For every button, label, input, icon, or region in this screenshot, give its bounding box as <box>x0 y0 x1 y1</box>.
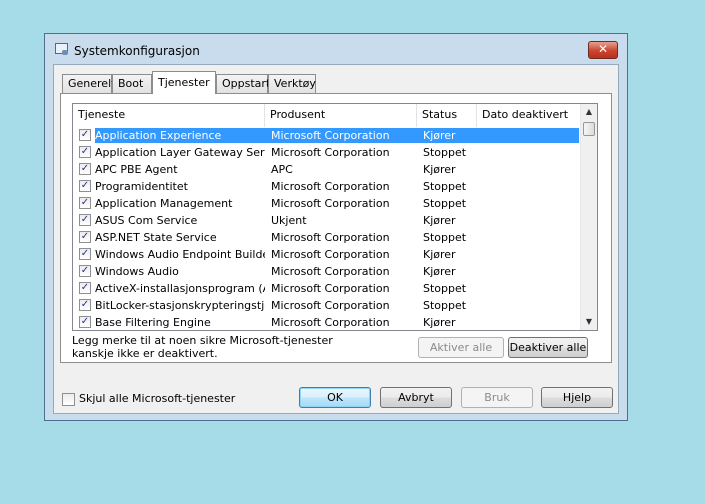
service-status: Stoppet <box>423 146 467 159</box>
service-name: ASUS Com Service <box>95 214 198 227</box>
column-header-maker[interactable]: Produsent <box>265 104 417 127</box>
service-checkbox[interactable]: ✓ <box>79 231 91 243</box>
cancel-button[interactable]: Avbryt <box>380 387 452 408</box>
service-row[interactable]: ✓ Windows Audio Endpoint Builder Microsoft… <box>73 246 581 263</box>
service-name: APC PBE Agent <box>95 163 178 176</box>
service-name: Windows Audio Endpoint Builder <box>95 248 265 261</box>
service-status: Stoppet <box>423 197 467 210</box>
service-checkbox[interactable]: ✓ <box>79 197 91 209</box>
service-name: Application Management <box>95 197 233 210</box>
service-maker: Microsoft Corporation <box>271 265 390 278</box>
checkbox-box[interactable] <box>62 393 75 406</box>
service-name: Application Experience <box>95 129 222 142</box>
dialog-client-area: Generelt Boot Tjenester Oppstart Verktøy… <box>53 64 619 414</box>
tab-boot[interactable]: Boot <box>112 74 152 93</box>
service-row[interactable]: ✓ Base Filtering Engine Microsoft Corporat… <box>73 314 581 330</box>
vertical-scrollbar[interactable]: ▲ ▼ <box>580 104 597 330</box>
microsoft-services-note: Legg merke til at noen sikre Microsoft-t… <box>72 334 333 360</box>
service-checkbox[interactable]: ✓ <box>79 214 91 226</box>
service-name: Programidentitet <box>95 180 188 193</box>
service-row[interactable]: ✓ ActiveX-installasjonsprogram (A... Micro… <box>73 280 581 297</box>
services-tab-panel: Tjeneste Produsent Status Dato deaktiver… <box>60 93 612 363</box>
scrollbar-thumb[interactable] <box>583 122 595 136</box>
column-header-date-disabled[interactable]: Dato deaktivert <box>477 104 581 127</box>
close-button[interactable]: ✕ <box>588 41 618 59</box>
service-row[interactable]: ✓ Application Management Microsoft Corpora… <box>73 195 581 212</box>
service-checkbox[interactable]: ✓ <box>79 265 91 277</box>
tab-tjenester[interactable]: Tjenester <box>152 71 216 94</box>
services-list[interactable]: Tjeneste Produsent Status Dato deaktiver… <box>72 103 598 331</box>
tab-generelt[interactable]: Generelt <box>62 74 115 93</box>
enable-all-button[interactable]: Aktiver alle <box>418 337 504 358</box>
service-row[interactable]: ✓ Application Experience Microsoft Corpora… <box>73 127 581 144</box>
service-name: BitLocker-stasjonskrypteringstje... <box>95 299 265 312</box>
service-status: Kjører <box>423 163 456 176</box>
service-checkbox[interactable]: ✓ <box>79 163 91 175</box>
service-name: ASP.NET State Service <box>95 231 217 244</box>
service-status: Stoppet <box>423 299 467 312</box>
service-row[interactable]: ✓ ASUS Com Service Ukjent Kjører <box>73 212 581 229</box>
service-checkbox[interactable]: ✓ <box>79 180 91 192</box>
service-maker: Microsoft Corporation <box>271 231 390 244</box>
service-checkbox[interactable]: ✓ <box>79 129 91 141</box>
service-row[interactable]: ✓ Windows Audio Microsoft Corporation Kjøre… <box>73 263 581 280</box>
service-maker: Microsoft Corporation <box>271 129 390 142</box>
service-maker: Ukjent <box>271 214 307 227</box>
disable-all-button[interactable]: Deaktiver alle <box>508 337 588 358</box>
service-name: Windows Audio <box>95 265 179 278</box>
service-row[interactable]: ✓ BitLocker-stasjonskrypteringstje... Micr… <box>73 297 581 314</box>
hide-microsoft-services-label: Skjul alle Microsoft-tjenester <box>79 392 236 405</box>
service-status: Kjører <box>423 129 456 142</box>
service-status: Kjører <box>423 214 456 227</box>
service-maker: Microsoft Corporation <box>271 299 390 312</box>
tab-oppstart[interactable]: Oppstart <box>216 74 270 93</box>
service-checkbox[interactable]: ✓ <box>79 248 91 260</box>
service-name: Base Filtering Engine <box>95 316 211 329</box>
service-maker: APC <box>271 163 293 176</box>
service-maker: Microsoft Corporation <box>271 146 390 159</box>
tab-verktoy[interactable]: Verktøy <box>268 74 316 93</box>
service-status: Kjører <box>423 248 456 261</box>
service-checkbox[interactable]: ✓ <box>79 146 91 158</box>
column-header-status[interactable]: Status <box>417 104 477 127</box>
service-row[interactable]: ✓ Application Layer Gateway Service Micros… <box>73 144 581 161</box>
service-row[interactable]: ✓ ASP.NET State Service Microsoft Corporat… <box>73 229 581 246</box>
service-name: ActiveX-installasjonsprogram (A... <box>95 282 265 295</box>
list-header: Tjeneste Produsent Status Dato deaktiver… <box>73 104 581 127</box>
service-maker: Microsoft Corporation <box>271 282 390 295</box>
service-name: Application Layer Gateway Service <box>95 146 265 159</box>
service-checkbox[interactable]: ✓ <box>79 282 91 294</box>
service-checkbox[interactable]: ✓ <box>79 316 91 328</box>
scroll-up-arrow-icon[interactable]: ▲ <box>581 104 597 120</box>
window-title: Systemkonfigurasjon <box>74 44 200 58</box>
scroll-down-arrow-icon[interactable]: ▼ <box>581 314 597 330</box>
service-status: Stoppet <box>423 180 467 193</box>
title-bar[interactable]: Systemkonfigurasjon ✕ <box>45 34 627 64</box>
system-configuration-window: Systemkonfigurasjon ✕ Generelt Boot Tjen… <box>44 33 628 421</box>
service-row[interactable]: ✓ APC PBE Agent APC Kjører <box>73 161 581 178</box>
msconfig-app-icon <box>55 43 68 55</box>
service-maker: Microsoft Corporation <box>271 197 390 210</box>
service-status: Kjører <box>423 265 456 278</box>
service-checkbox[interactable]: ✓ <box>79 299 91 311</box>
service-maker: Microsoft Corporation <box>271 180 390 193</box>
help-button[interactable]: Hjelp <box>541 387 613 408</box>
service-rows: ✓ Application Experience Microsoft Corpora… <box>73 127 581 330</box>
apply-button[interactable]: Bruk <box>461 387 533 408</box>
service-status: Stoppet <box>423 282 467 295</box>
service-status: Stoppet <box>423 231 467 244</box>
service-row[interactable]: ✓ Programidentitet Microsoft Corporation St… <box>73 178 581 195</box>
service-maker: Microsoft Corporation <box>271 248 390 261</box>
column-header-service[interactable]: Tjeneste <box>73 104 265 127</box>
service-status: Kjører <box>423 316 456 329</box>
ok-button[interactable]: OK <box>299 387 371 408</box>
service-maker: Microsoft Corporation <box>271 316 390 329</box>
